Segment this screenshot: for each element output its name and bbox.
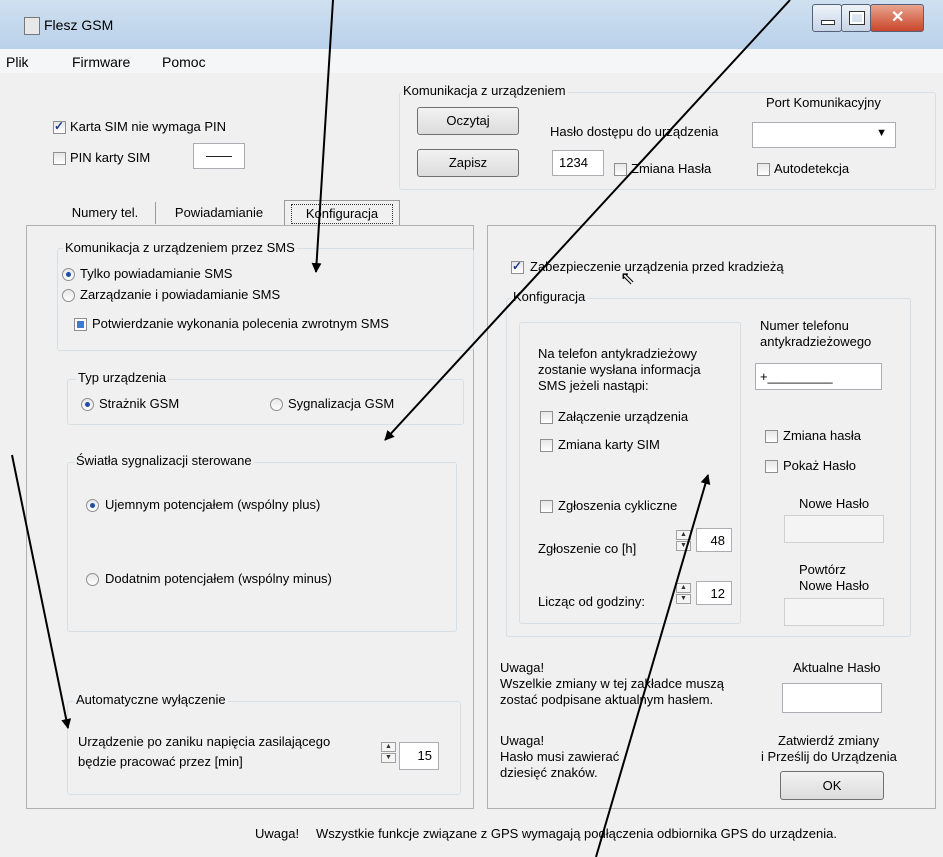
arrow-line bbox=[311, 0, 334, 273]
arrow-line bbox=[384, 0, 791, 441]
annotation-arrows bbox=[11, 0, 791, 857]
arrow-line bbox=[11, 454, 72, 729]
arrow-line bbox=[595, 474, 711, 857]
